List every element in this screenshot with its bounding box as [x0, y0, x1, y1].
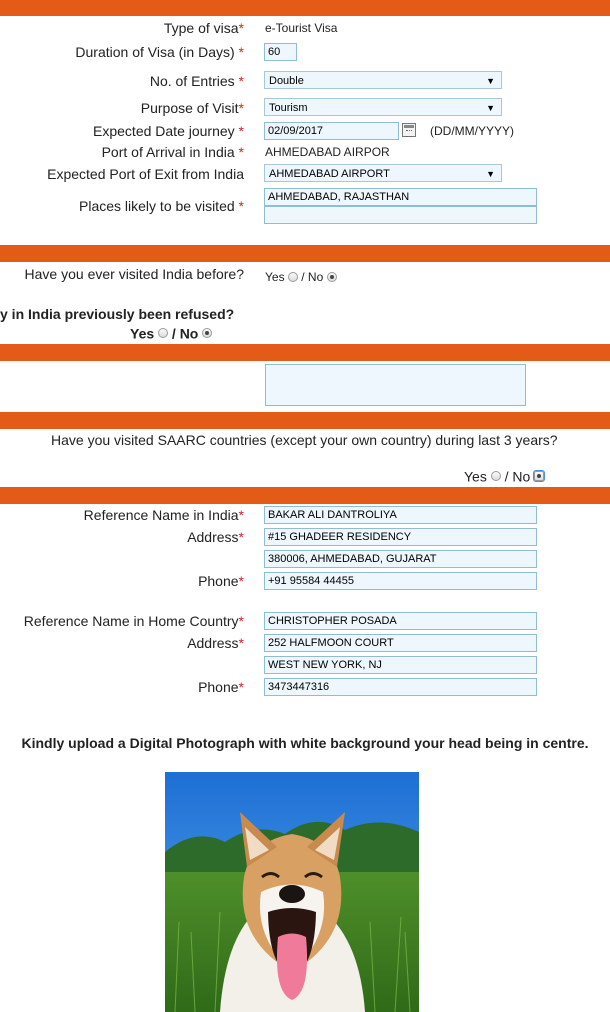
visited-no-label: / No [301, 269, 324, 284]
ref-india-name-label: Reference Name in India* [83, 507, 244, 523]
refused-no-radio[interactable] [202, 328, 213, 339]
dropdown-arrow-icon: ▼ [486, 76, 495, 86]
saarc-yes-label: Yes [464, 468, 487, 485]
refused-options: Yes / No [130, 324, 213, 342]
uploaded-photo [165, 772, 419, 1012]
ref-home-name-field[interactable]: CHRISTOPHER POSADA [264, 612, 537, 630]
saarc-no-radio[interactable] [533, 470, 546, 483]
ref-home-address-2[interactable]: WEST NEW YORK, NJ [264, 656, 537, 674]
arrival-port-value: AHMEDABAD AIRPOR [265, 145, 390, 159]
ref-home-address-1[interactable]: 252 HALFMOON COURT [264, 634, 537, 652]
photo-instruction: Kindly upload a Digital Photograph with … [21, 735, 589, 751]
saarc-options: Yes / No [464, 467, 546, 485]
saarc-yes-radio[interactable] [490, 471, 501, 482]
refused-yes-radio[interactable] [158, 328, 169, 339]
entries-label: No. of Entries * [149, 73, 244, 89]
ref-india-phone-label: Phone* [198, 573, 244, 589]
ref-india-address-2[interactable]: 380006, AHMEDABAD, GUJARAT [264, 550, 537, 568]
visited-yes-radio[interactable] [287, 271, 298, 282]
ref-home-name-label: Reference Name in Home Country* [23, 613, 244, 629]
type-of-visa-label: Type of visa* [163, 20, 244, 36]
ref-home-phone-field[interactable]: 3473447316 [264, 678, 537, 696]
duration-label: Duration of Visa (in Days) * [75, 44, 244, 60]
duration-field[interactable]: 60 [264, 43, 297, 61]
refused-question: y in India previously been refused? [0, 306, 235, 322]
ref-home-phone-label: Phone* [198, 679, 244, 695]
refused-no-label: / No [171, 325, 199, 342]
dropdown-arrow-icon: ▼ [486, 103, 495, 113]
places-field-1[interactable]: AHMEDABAD, RAJASTHAN [264, 188, 537, 206]
arrival-port-label: Port of Arrival in India * [101, 144, 244, 160]
dog-photo-icon [165, 772, 419, 1012]
saarc-question: Have you visited SAARC countries (except… [51, 432, 558, 448]
visited-before-question: Have you ever visited India before? [24, 266, 244, 282]
places-label: Places likely to be visited * [79, 198, 244, 214]
purpose-label: Purpose of Visit* [140, 100, 244, 116]
section-bar-details [0, 344, 610, 361]
ref-india-address-label: Address* [187, 529, 244, 545]
refused-yes-label: Yes [130, 325, 155, 342]
journey-date-field[interactable]: 02/09/2017 [264, 122, 399, 140]
ref-india-name-field[interactable]: BAKAR ALI DANTROLIYA [264, 506, 537, 524]
saarc-no-label: / No [504, 468, 531, 485]
section-bar-previous [0, 245, 610, 262]
entries-select-value: Double [269, 75, 304, 87]
places-field-2[interactable] [264, 206, 537, 224]
section-bar-reference [0, 487, 610, 504]
visited-yes-label: Yes [265, 269, 285, 284]
exit-port-select[interactable]: AHMEDABAD AIRPORT ▼ [264, 164, 502, 182]
purpose-select[interactable]: Tourism ▼ [264, 98, 502, 116]
exit-port-label: Expected Port of Exit from India [47, 166, 244, 182]
date-format-hint: (DD/MM/YYYY) [430, 124, 514, 138]
details-textarea[interactable] [265, 364, 526, 406]
purpose-select-value: Tourism [269, 102, 308, 114]
section-bar-top [0, 0, 610, 16]
type-of-visa-value: e-Tourist Visa [265, 21, 338, 35]
ref-home-address-label: Address* [187, 635, 244, 651]
visited-no-radio[interactable] [326, 271, 337, 282]
visited-before-options: Yes / No [265, 269, 337, 284]
entries-select[interactable]: Double ▼ [264, 71, 502, 89]
calendar-icon[interactable] [402, 123, 416, 137]
ref-india-phone-field[interactable]: +91 95584 44455 [264, 572, 537, 590]
dropdown-arrow-icon: ▼ [486, 169, 495, 179]
ref-india-address-1[interactable]: #15 GHADEER RESIDENCY [264, 528, 537, 546]
journey-date-label: Expected Date journey * [93, 123, 244, 139]
exit-port-select-value: AHMEDABAD AIRPORT [269, 168, 390, 180]
section-bar-saarc [0, 412, 610, 429]
